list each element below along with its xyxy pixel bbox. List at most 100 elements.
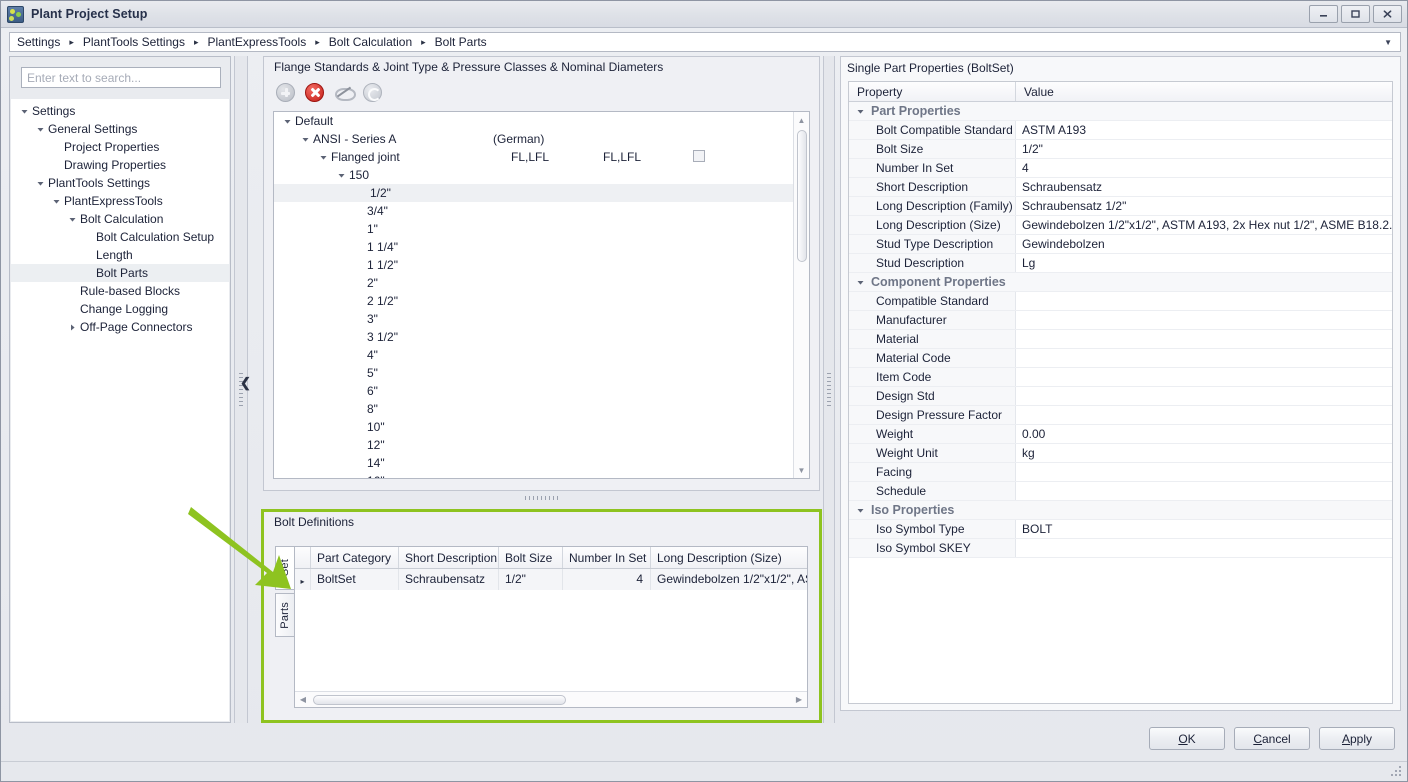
- settings-tree[interactable]: Settings General Settings Project Properti…: [11, 99, 229, 721]
- breadcrumb-item-bolt-calculation[interactable]: Bolt Calculation: [329, 35, 412, 49]
- property-group-iso-properties[interactable]: Iso Properties: [849, 501, 1392, 520]
- breadcrumb-item-bolt-parts[interactable]: Bolt Parts: [435, 35, 487, 49]
- chevron-down-icon[interactable]: [298, 135, 313, 144]
- chevron-down-icon[interactable]: ▼: [1384, 38, 1392, 47]
- flange-tree-row[interactable]: 4": [274, 346, 809, 364]
- property-value[interactable]: Schraubensatz 1/2": [1016, 197, 1392, 215]
- resize-grip-icon[interactable]: [1391, 766, 1403, 778]
- flange-tree-row[interactable]: ANSI - Series A (German): [274, 130, 809, 148]
- collapse-left-panel-icon[interactable]: ❮: [240, 376, 251, 389]
- property-value[interactable]: [1016, 368, 1392, 386]
- sidebar-item-bolt-parts[interactable]: Bolt Parts: [11, 264, 229, 282]
- column-header-long-description[interactable]: Long Description (Size): [651, 547, 807, 568]
- breadcrumb[interactable]: Settings ▸ PlantTools Settings ▸ PlantEx…: [9, 32, 1401, 52]
- property-value[interactable]: kg: [1016, 444, 1392, 462]
- property-row[interactable]: Material Code: [849, 349, 1392, 368]
- property-row[interactable]: Schedule: [849, 482, 1392, 501]
- property-value[interactable]: Schraubensatz: [1016, 178, 1392, 196]
- scroll-up-icon[interactable]: ▲: [794, 112, 809, 128]
- chevron-down-icon[interactable]: [849, 506, 871, 515]
- property-row[interactable]: Compatible Standard: [849, 292, 1392, 311]
- sidebar-item-planttools-settings[interactable]: PlantTools Settings: [11, 174, 229, 192]
- chevron-down-icon[interactable]: [33, 179, 48, 188]
- property-row[interactable]: Design Std: [849, 387, 1392, 406]
- scrollbar-thumb[interactable]: [313, 694, 566, 705]
- flange-tree-scrollbar[interactable]: ▲ ▼: [793, 112, 809, 478]
- column-header-number-in-set[interactable]: Number In Set: [563, 547, 651, 568]
- chevron-down-icon[interactable]: [49, 197, 64, 206]
- right-splitter[interactable]: [823, 56, 835, 723]
- flange-tree[interactable]: Default ANSI - Series A (German) Flanged jo…: [273, 111, 810, 479]
- chevron-down-icon[interactable]: [316, 153, 331, 162]
- close-icon[interactable]: [1373, 5, 1402, 23]
- tab-set[interactable]: Set: [275, 546, 295, 590]
- scroll-down-icon[interactable]: ▼: [794, 462, 809, 478]
- flange-tree-row[interactable]: 150: [274, 166, 809, 184]
- property-row[interactable]: Item Code: [849, 368, 1392, 387]
- flange-tree-row[interactable]: 2 1/2": [274, 292, 809, 310]
- flange-tree-row[interactable]: 14": [274, 454, 809, 472]
- property-value[interactable]: [1016, 330, 1392, 348]
- chevron-down-icon[interactable]: [17, 107, 32, 116]
- flange-tree-row[interactable]: 1 1/4": [274, 238, 809, 256]
- sidebar-item-off-page-connectors[interactable]: Off-Page Connectors: [11, 318, 229, 336]
- sidebar-item-drawing-properties[interactable]: Drawing Properties: [11, 156, 229, 174]
- hide-icon[interactable]: [334, 83, 356, 102]
- breadcrumb-item-settings[interactable]: Settings: [17, 35, 60, 49]
- property-row[interactable]: Material: [849, 330, 1392, 349]
- chevron-down-icon[interactable]: [280, 117, 295, 126]
- flange-tree-row[interactable]: 3 1/2": [274, 328, 809, 346]
- property-value[interactable]: BOLT: [1016, 520, 1392, 538]
- chevron-down-icon[interactable]: [849, 278, 871, 287]
- property-value[interactable]: 1/2": [1016, 140, 1392, 158]
- property-value[interactable]: Gewindebolzen 1/2"x1/2", ASTM A193, 2x H…: [1016, 216, 1392, 234]
- flange-tree-row[interactable]: 1 1/2": [274, 256, 809, 274]
- flange-tree-row[interactable]: 12": [274, 436, 809, 454]
- property-row[interactable]: Short Description Schraubensatz: [849, 178, 1392, 197]
- cancel-button[interactable]: Cancel: [1234, 727, 1310, 750]
- property-row[interactable]: Weight 0.00: [849, 425, 1392, 444]
- property-row[interactable]: Iso Symbol SKEY: [849, 539, 1392, 558]
- flange-tree-row[interactable]: 3/4": [274, 202, 809, 220]
- sidebar-item-rule-based-blocks[interactable]: Rule-based Blocks: [11, 282, 229, 300]
- breadcrumb-item-plantexpresstools[interactable]: PlantExpressTools: [207, 35, 306, 49]
- property-row[interactable]: Long Description (Size) Gewindebolzen 1/2…: [849, 216, 1392, 235]
- search-input[interactable]: [21, 67, 221, 88]
- scroll-right-icon[interactable]: ▶: [791, 695, 807, 704]
- breadcrumb-item-planttools-settings[interactable]: PlantTools Settings: [83, 35, 185, 49]
- properties-grid[interactable]: Property Value Part Properties Bolt Compa…: [848, 81, 1393, 704]
- table-row[interactable]: ▸ BoltSet Schraubensatz 1/2" 4 Gewindebo…: [295, 569, 807, 590]
- flange-tree-row[interactable]: 3": [274, 310, 809, 328]
- chevron-right-icon[interactable]: [65, 323, 80, 332]
- tab-parts[interactable]: Parts: [275, 593, 295, 637]
- apply-button[interactable]: Apply: [1319, 727, 1395, 750]
- property-row[interactable]: Design Pressure Factor: [849, 406, 1392, 425]
- column-header-part-category[interactable]: Part Category: [311, 547, 399, 568]
- property-value[interactable]: [1016, 349, 1392, 367]
- column-header-value[interactable]: Value: [1016, 82, 1392, 101]
- flange-tree-row[interactable]: Default: [274, 112, 809, 130]
- property-row[interactable]: Long Description (Family) Schraubensatz 1…: [849, 197, 1392, 216]
- sidebar-item-project-properties[interactable]: Project Properties: [11, 138, 229, 156]
- sidebar-item-bolt-calculation[interactable]: Bolt Calculation: [11, 210, 229, 228]
- center-horizontal-splitter[interactable]: [263, 492, 820, 504]
- sidebar-item-length[interactable]: Length: [11, 246, 229, 264]
- property-value[interactable]: [1016, 482, 1392, 500]
- property-row[interactable]: Number In Set 4: [849, 159, 1392, 178]
- property-value[interactable]: 0.00: [1016, 425, 1392, 443]
- property-value[interactable]: [1016, 406, 1392, 424]
- flange-tree-row[interactable]: 2": [274, 274, 809, 292]
- property-value[interactable]: Gewindebolzen: [1016, 235, 1392, 253]
- property-row[interactable]: Stud Type Description Gewindebolzen: [849, 235, 1392, 254]
- sidebar-item-general-settings[interactable]: General Settings: [11, 120, 229, 138]
- flange-tree-row[interactable]: 6": [274, 382, 809, 400]
- flange-tree-row[interactable]: 16": [274, 472, 809, 478]
- property-value[interactable]: [1016, 539, 1392, 557]
- delete-icon[interactable]: [305, 82, 324, 102]
- flange-tree-row[interactable]: 1/2"▼: [274, 184, 809, 202]
- sidebar-item-settings[interactable]: Settings: [11, 102, 229, 120]
- property-row[interactable]: Manufacturer: [849, 311, 1392, 330]
- property-group-component-properties[interactable]: Component Properties: [849, 273, 1392, 292]
- sidebar-item-bolt-calculation-setup[interactable]: Bolt Calculation Setup: [11, 228, 229, 246]
- property-row[interactable]: Iso Symbol Type BOLT: [849, 520, 1392, 539]
